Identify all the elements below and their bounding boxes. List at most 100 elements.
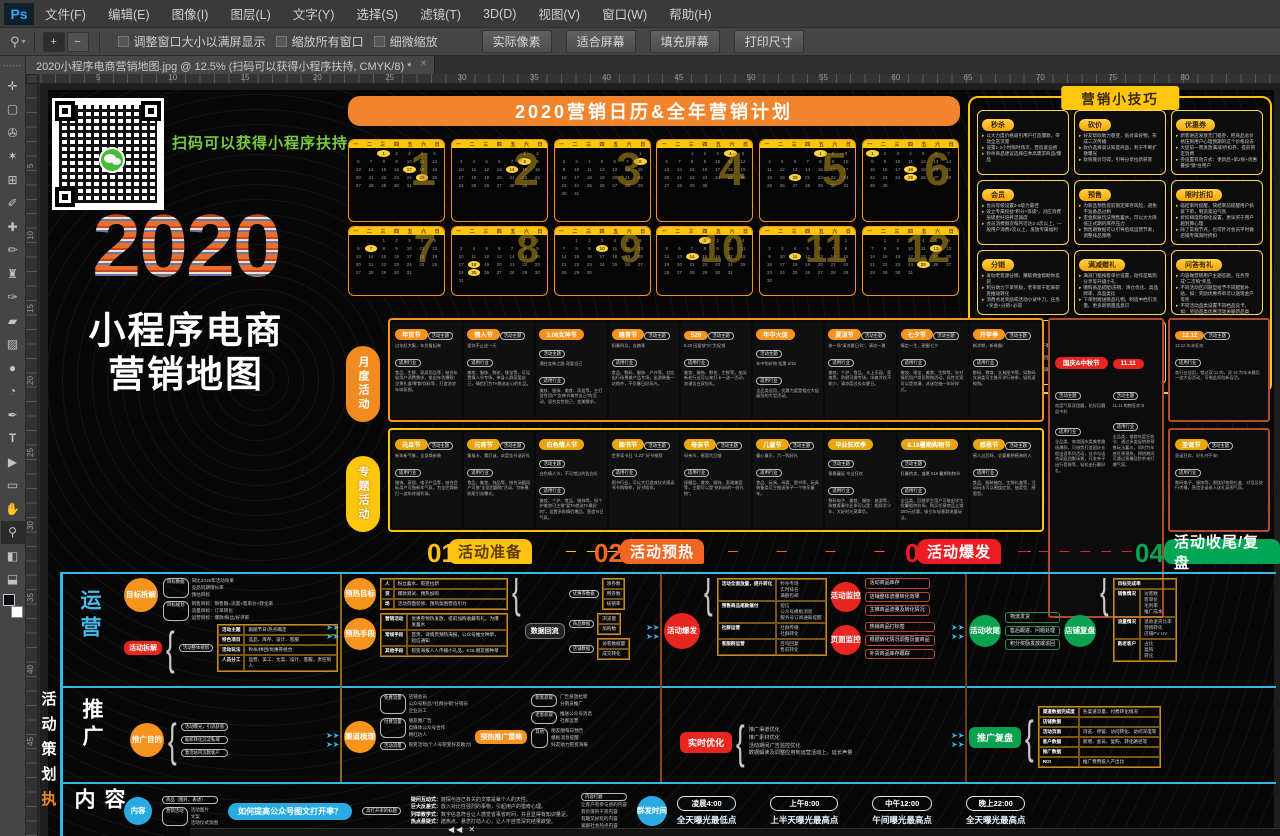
theme-tag: 活动主题	[1005, 332, 1031, 340]
document-canvas[interactable]: 扫码可以获得小程序扶持 2020 小程序电商 营销地图 2020营销日历&全年营…	[40, 84, 1280, 836]
menu-item[interactable]: 滤镜(T)	[409, 0, 472, 28]
quick-mask-tool[interactable]: ◧	[1, 544, 25, 568]
table-cell: 运营、美工、文案、设计、客服，责任到人	[244, 655, 337, 671]
mindmap-node: 预热推广策略	[475, 730, 527, 744]
table-cell: 新增、会员、复购、转化路径等	[1079, 737, 1161, 747]
ruler-number: 5	[26, 164, 35, 168]
blur-tool[interactable]: ●	[1, 356, 25, 380]
festival-title: 踏青节	[612, 329, 645, 340]
weekday-label: 三	[586, 228, 591, 235]
menu-item[interactable]: 文件(F)	[34, 0, 97, 28]
time-pill: 上午8:00	[770, 796, 838, 811]
move-tool[interactable]: ✛	[1, 74, 25, 98]
view-button[interactable]: 适合屏幕	[566, 30, 636, 53]
taskbar-icons[interactable]: ◀◀ ✕	[448, 825, 477, 834]
calendar-day: 31	[455, 277, 468, 284]
taskbar-strip	[190, 828, 1280, 836]
view-button[interactable]: 打印尺寸	[734, 30, 804, 53]
mindmap-item: 广告投放拉新	[560, 694, 588, 700]
type-tool[interactable]: T	[1, 427, 25, 451]
clone-stamp-tool[interactable]: ♜	[1, 262, 25, 286]
calendar-day: 4	[468, 245, 481, 252]
shape-tool[interactable]: ▭	[1, 474, 25, 498]
menu-item[interactable]: 帮助(H)	[658, 0, 722, 28]
view-button[interactable]: 填充屏幕	[650, 30, 720, 53]
zoom-tool[interactable]: ⚲	[1, 521, 25, 545]
tip-label: 限时折扣	[1176, 189, 1222, 201]
option-checkbox[interactable]	[276, 36, 287, 47]
lasso-tool[interactable]: ✇	[1, 121, 25, 145]
option-checkbox[interactable]	[374, 36, 385, 47]
menu-item[interactable]: 图像(I)	[161, 0, 220, 28]
industry-tag: 适用行业	[467, 469, 493, 477]
menu-item[interactable]: 文字(Y)	[282, 0, 346, 28]
pen-tool[interactable]: ✒	[1, 403, 25, 427]
bullet-icon: ▸	[1176, 133, 1178, 145]
calendar-day: 4	[583, 158, 596, 165]
festival-industry: 美妆、个护、食品、水上乐园、家电等，防晒可做专场，冰爽冷饮不能少，清凉度过炎炎夏…	[828, 370, 892, 387]
marquee-tool[interactable]: ▢	[1, 98, 25, 122]
tip-label: 秒杀	[982, 119, 1014, 131]
mindmap-item: 热点悬疑式：蹭热点、悬念打动人心，让人不自觉深究结果欲望。	[411, 819, 571, 826]
pencil-tool[interactable]: ✏	[1, 239, 25, 263]
festival-industry: 食品、数码、服饰、户外等，对应出行场景做产品专场，出游装备一站购齐，不负春日好风…	[612, 370, 676, 387]
option-checkbox[interactable]	[118, 36, 129, 47]
path-select-tool[interactable]: ▶	[1, 450, 25, 474]
tip-text: 不同活动区间题型给予不同配套补贴，如：奖励优惠券单可以送现金产等奖	[1180, 285, 1258, 303]
tab-close-icon[interactable]: ×	[420, 58, 426, 69]
eyedropper-tool[interactable]: ✐	[1, 192, 25, 216]
mindmap-node: 活动爆发	[664, 613, 700, 649]
screen-mode-tool[interactable]: ⬓	[1, 568, 25, 592]
zoom-out-button[interactable]: −	[67, 32, 89, 52]
ruler-corner	[26, 74, 38, 84]
industry-tag: 适用行业	[612, 469, 638, 477]
festival-title: 感恩节	[973, 439, 1006, 450]
calendar-day: 25	[763, 182, 776, 189]
table-cell: 秒杀/拼团/优惠券组合	[244, 645, 337, 655]
menu-item[interactable]: 选择(S)	[345, 0, 409, 28]
menu-item[interactable]: 图层(L)	[219, 0, 281, 28]
calendar-day: 16	[699, 166, 712, 173]
mindmap-pill: 高打开率的标题	[362, 807, 401, 815]
bullet-icon: ▸	[1176, 157, 1178, 169]
tip-label: 优惠券	[1176, 119, 1215, 131]
zoom-in-button[interactable]: +	[43, 32, 65, 52]
menu-item[interactable]: 窗口(W)	[591, 0, 658, 28]
bullet-icon: ▸	[1176, 273, 1178, 285]
festival-card: 感恩节活动主题感人过后呀，总要最想感谢的人适用行业食品、服装箱包、生鲜礼盒等，活…	[970, 432, 1040, 528]
menu-item[interactable]: 视图(V)	[527, 0, 591, 28]
mindmap-item: 预估目标	[192, 592, 234, 598]
calendar-month: 一二三四五六日123456789101112131415161718192021…	[554, 226, 651, 296]
eraser-tool[interactable]: ▰	[1, 309, 25, 333]
festival-title: 520	[684, 331, 708, 340]
gradient-tool[interactable]: ▨	[1, 333, 25, 357]
menu-item[interactable]: 编辑(E)	[97, 0, 161, 28]
festival-industry: 食品、玩具、母婴、图书等，玩具装备类可主推送孩子一个快乐童年。	[756, 480, 820, 497]
calendar-day: 2	[891, 237, 904, 244]
calendar-day: 15	[866, 166, 879, 173]
zoom-tool-icon[interactable]: ⚲	[10, 34, 20, 50]
calendar-day: 24	[596, 261, 609, 268]
magic-wand-tool[interactable]: ✶	[1, 145, 25, 169]
dodge-tool[interactable]: ◔	[1, 380, 25, 404]
healing-brush-tool[interactable]: ✚	[1, 215, 25, 239]
bullet-icon: ▸	[982, 151, 984, 163]
calendar-day: 14	[673, 166, 686, 173]
festival-theme: 感人过后呀，总要最想感谢的人	[973, 453, 1037, 459]
crop-tool[interactable]: ⊞	[1, 168, 25, 192]
ruler-number: 10	[168, 73, 177, 82]
tip-text: 会员消费频次每月可达2-3次以上，一般用户消费2次以上，发放专属福利	[986, 221, 1064, 233]
color-swatches[interactable]	[2, 594, 24, 618]
hand-tool[interactable]: ✋	[1, 497, 25, 521]
calendar-day: 18	[468, 261, 481, 268]
tip-text: 下单附赠送赠品礼物，制造中档引流量，更多新销量品意识	[1083, 297, 1161, 309]
document-tab[interactable]: 2020小程序电商营销地图.jpg @ 12.5% (扫码可以获得小程序扶持, …	[26, 56, 435, 74]
tip-text: 临结束时提醒，快结束前提醒用户抓紧下单，制造紧迫气氛	[1180, 203, 1258, 215]
history-brush-tool[interactable]: ✑	[1, 286, 25, 310]
phase-badge: 活动爆发	[917, 539, 1001, 564]
menu-item[interactable]: 3D(D)	[472, 0, 527, 28]
festival-card: 情人节活动主题爱你不止这一天适用行业美妆、服饰、鲜花、珠宝等，可设置情人节专场，…	[464, 322, 534, 418]
chevron-down-icon[interactable]: ▾	[22, 37, 26, 46]
row-label-content: 内容	[68, 788, 128, 836]
view-button[interactable]: 实际像素	[482, 30, 552, 53]
